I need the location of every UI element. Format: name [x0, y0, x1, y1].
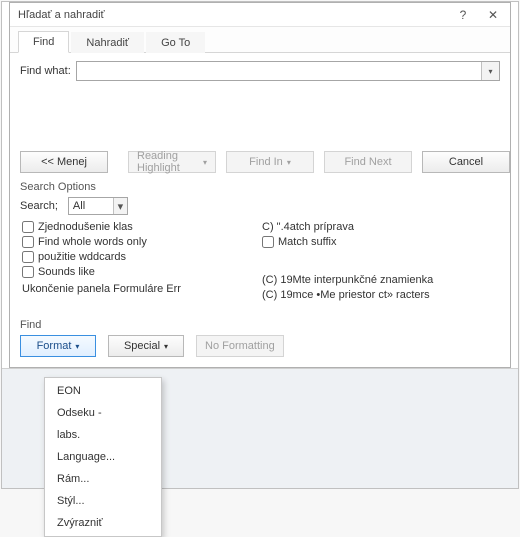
special-button[interactable]: Special ▾	[108, 335, 184, 357]
titlebar: Hľadať a nahradiť ? ✕	[10, 3, 510, 27]
tab-find[interactable]: Find	[18, 31, 69, 53]
format-menu-font[interactable]: EON	[45, 380, 161, 402]
no-formatting-button[interactable]: No Formatting	[196, 335, 284, 357]
search-scope-combo[interactable]: All ▾	[68, 197, 128, 215]
match-prefix-text: C) ".4atch príprava	[262, 221, 462, 233]
check-whole-words-box[interactable]	[22, 236, 34, 248]
check-wildcards[interactable]: použitie wddcards	[22, 251, 222, 263]
less-button[interactable]: << Menej	[20, 151, 108, 173]
check-sounds-like-box[interactable]	[22, 266, 34, 278]
close-icon: ✕	[488, 8, 498, 22]
tab-replace[interactable]: Nahradiť	[71, 32, 144, 53]
chevron-down-icon: ▾	[488, 67, 492, 76]
check-wildcards-box[interactable]	[22, 251, 34, 263]
ignore-space-text: (C) 19mce •Me priestor ct» racters	[262, 289, 462, 301]
chevron-down-icon: ▾	[287, 158, 291, 167]
check-match-case-label: Zjednodušenie klas	[38, 221, 133, 233]
ignore-punct-text: (C) 19Mte interpunkčné znamienka	[262, 274, 462, 286]
find-what-label: Find what:	[20, 65, 76, 77]
format-menu-style[interactable]: Stýl...	[45, 490, 161, 512]
help-button[interactable]: ?	[448, 4, 478, 26]
check-match-case-box[interactable]	[22, 221, 34, 233]
check-match-suffix[interactable]: Match suffix	[262, 236, 462, 248]
check-match-suffix-box[interactable]	[262, 236, 274, 248]
close-button[interactable]: ✕	[478, 4, 508, 26]
check-match-case[interactable]: Zjednodušenie klas	[22, 221, 222, 233]
chevron-down-icon: ▾	[114, 200, 128, 213]
search-scope-dropdown[interactable]: ▾	[113, 198, 127, 214]
left-extra-text: Ukončenie panela Formuláre Err	[22, 283, 222, 295]
format-button-label: Format	[37, 340, 72, 352]
format-button[interactable]: Format ▾	[20, 335, 96, 357]
search-scope-label: Search;	[20, 200, 58, 212]
format-dropdown-menu: EON Odseku - labs. Language... Rám... St…	[44, 377, 162, 537]
format-menu-tabs[interactable]: labs.	[45, 424, 161, 446]
check-whole-words-label: Find whole words only	[38, 236, 147, 248]
format-menu-highlight[interactable]: Zvýrazniť	[45, 512, 161, 534]
check-match-suffix-label: Match suffix	[278, 236, 337, 248]
chevron-down-icon: ▾	[164, 342, 168, 351]
chevron-down-icon: ▾	[203, 158, 207, 167]
tabstrip: Find Nahradiť Go To	[10, 27, 510, 53]
check-sounds-like[interactable]: Sounds like	[22, 266, 222, 278]
find-in-button[interactable]: Find In ▾	[226, 151, 314, 173]
format-menu-frame[interactable]: Rám...	[45, 468, 161, 490]
find-what-dropdown[interactable]: ▾	[481, 62, 499, 80]
check-whole-words[interactable]: Find whole words only	[22, 236, 222, 248]
reading-highlight-label: Reading Highlight	[137, 150, 199, 174]
search-scope-value: All	[69, 200, 113, 212]
find-next-button[interactable]: Find Next	[324, 151, 412, 173]
cancel-button[interactable]: Cancel	[422, 151, 510, 173]
tab-goto[interactable]: Go To	[146, 32, 205, 53]
find-in-label: Find In	[249, 156, 283, 168]
special-button-label: Special	[124, 340, 160, 352]
format-menu-language[interactable]: Language...	[45, 446, 161, 468]
find-section-label: Find	[20, 319, 500, 331]
search-options-label: Search Options	[20, 181, 500, 193]
find-what-combo[interactable]: ▾	[76, 61, 500, 81]
check-sounds-like-label: Sounds like	[38, 266, 95, 278]
chevron-down-icon: ▾	[75, 342, 79, 351]
check-wildcards-label: použitie wddcards	[38, 251, 126, 263]
reading-highlight-button[interactable]: Reading Highlight ▾	[128, 151, 216, 173]
format-menu-paragraph[interactable]: Odseku -	[45, 402, 161, 424]
dialog-title: Hľadať a nahradiť	[18, 9, 448, 21]
find-what-input[interactable]	[77, 62, 481, 80]
